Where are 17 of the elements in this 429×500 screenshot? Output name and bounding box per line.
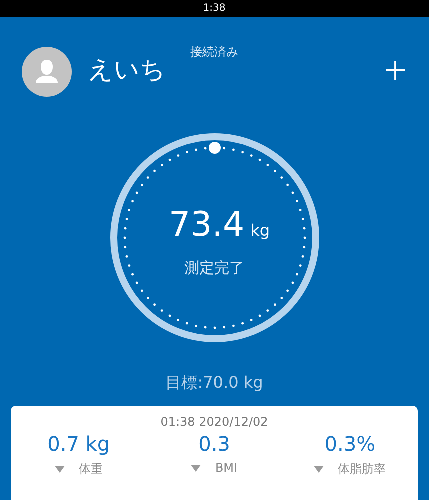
metric-label: BMI [215,461,238,475]
gauge-marker [208,142,220,154]
metric-label: 体重 [78,461,103,478]
metric-label: 体脂肪率 [338,461,386,478]
add-icon[interactable] [386,61,405,80]
measurement-status: 測定完了 [184,258,244,278]
metric-value: 0.7 kg [48,432,110,456]
timestamp: 01:38 2020/12/02 [160,415,268,429]
connection-status: 接続済み [190,44,238,61]
avatar-icon [22,47,72,97]
metric-value: 0.3 [198,432,230,456]
status-time: 1:38 [203,3,226,14]
user-name: えいち [88,54,166,86]
goal-weight: 目標:70.0 kg [166,373,264,394]
metric-value: 0.3% [324,432,376,456]
weight-value: 73.4 [168,204,245,244]
weight-unit: kg [250,220,270,240]
